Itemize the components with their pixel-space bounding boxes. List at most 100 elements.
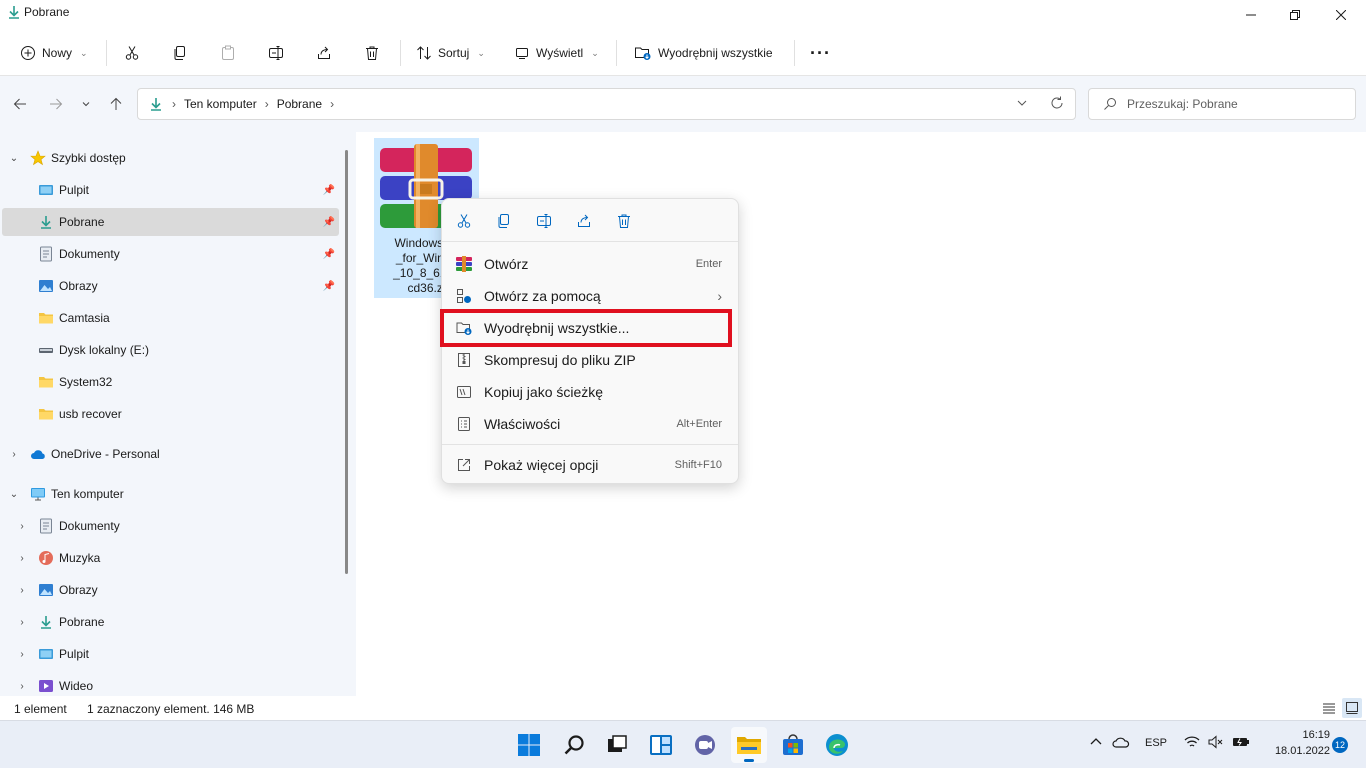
menu-divider	[442, 444, 738, 445]
edge-browser-button[interactable]	[819, 727, 855, 763]
new-button[interactable]: Nowy ⌄	[20, 38, 88, 68]
up-button[interactable]	[106, 94, 126, 114]
nav-this-pc[interactable]: ⌄ Ten komputer	[2, 480, 339, 508]
scissors-icon	[457, 214, 471, 228]
show-hidden-icons-button[interactable]	[1089, 735, 1103, 752]
expanded-chevron-icon[interactable]: ⌄	[8, 153, 20, 164]
teams-chat-button[interactable]	[687, 727, 723, 763]
ctx-share-button[interactable]	[572, 211, 596, 231]
rename-button[interactable]	[268, 38, 284, 68]
tiles-view-button[interactable]	[1342, 698, 1362, 718]
collapsed-chevron-icon[interactable]: ›	[16, 649, 28, 660]
paste-button[interactable]	[220, 38, 236, 68]
collapsed-chevron-icon[interactable]: ›	[16, 617, 28, 628]
share-icon	[318, 46, 330, 59]
ctx-label: Skompresuj do pliku ZIP	[484, 352, 636, 368]
nav-pc-documents[interactable]: › Dokumenty	[2, 512, 339, 540]
recent-locations-button[interactable]	[76, 94, 96, 114]
share-button[interactable]	[316, 38, 332, 68]
clipboard-icon	[222, 45, 234, 60]
ctx-properties[interactable]: Właściwości Alt+Enter	[446, 409, 734, 439]
nav-pc-downloads[interactable]: › Pobrane	[2, 608, 339, 636]
ctx-copy-as-path[interactable]: Kopiuj jako ścieżkę	[446, 377, 734, 407]
arrow-up-icon	[110, 97, 122, 110]
delete-button[interactable]	[364, 38, 380, 68]
expanded-chevron-icon[interactable]: ⌄	[8, 489, 20, 500]
nav-label: Pobrane	[59, 615, 105, 629]
widgets-button[interactable]	[643, 727, 679, 763]
clock[interactable]: 16:19 18.01.2022	[1260, 727, 1330, 759]
ctx-cut-button[interactable]	[452, 211, 476, 231]
ctx-copy-button[interactable]	[492, 211, 516, 231]
close-button[interactable]	[1318, 0, 1364, 30]
minimize-button[interactable]	[1228, 0, 1274, 30]
nav-item-system32[interactable]: System32	[2, 368, 339, 396]
view-button[interactable]: Wyświetl ⌄	[514, 38, 599, 68]
start-button[interactable]	[511, 727, 547, 763]
toolbar-divider	[400, 40, 401, 66]
cut-button[interactable]	[124, 38, 140, 68]
search-box[interactable]	[1088, 88, 1356, 120]
nav-item-pictures[interactable]: Obrazy 📌	[2, 272, 339, 300]
address-bar[interactable]: › Ten komputer › Pobrane ›	[137, 88, 1076, 120]
collapsed-chevron-icon[interactable]: ›	[16, 553, 28, 564]
nav-item-documents[interactable]: Dokumenty 📌	[2, 240, 339, 268]
volume-tray-button[interactable]	[1208, 735, 1224, 752]
breadcrumb-downloads[interactable]: Pobrane	[277, 97, 322, 111]
nav-label: Szybki dostęp	[51, 151, 126, 165]
keyboard-language-indicator[interactable]: ESP	[1145, 737, 1167, 749]
search-input[interactable]	[1127, 97, 1347, 111]
maximize-button[interactable]	[1272, 0, 1318, 30]
taskbar-search-button[interactable]	[556, 727, 592, 763]
refresh-button[interactable]	[1050, 96, 1064, 113]
ctx-compress-zip[interactable]: Skompresuj do pliku ZIP	[446, 345, 734, 375]
ctx-open-with[interactable]: Otwórz za pomocą ›	[446, 281, 734, 311]
nav-quick-access[interactable]: ⌄ Szybki dostęp	[2, 144, 339, 172]
nav-pc-desktop[interactable]: › Pulpit	[2, 640, 339, 668]
toolbar-divider	[616, 40, 617, 66]
onedrive-tray-button[interactable]	[1112, 735, 1130, 752]
ctx-rename-button[interactable]	[532, 211, 556, 231]
star-icon	[30, 150, 46, 166]
collapsed-chevron-icon[interactable]: ›	[16, 681, 28, 692]
address-history-button[interactable]	[1016, 97, 1028, 112]
nav-onedrive[interactable]: › OneDrive - Personal	[2, 440, 339, 468]
collapsed-chevron-icon[interactable]: ›	[16, 585, 28, 596]
windows-logo-icon	[518, 734, 540, 756]
collapsed-chevron-icon[interactable]: ›	[16, 521, 28, 532]
ctx-delete-button[interactable]	[612, 211, 636, 231]
ctx-show-more-options[interactable]: Pokaż więcej opcji Shift+F10	[446, 450, 734, 480]
cloud-icon	[1112, 737, 1130, 748]
nav-item-usb-recover[interactable]: usb recover	[2, 400, 339, 428]
copy-button[interactable]	[172, 38, 188, 68]
nav-pc-music[interactable]: › Muzyka	[2, 544, 339, 572]
menu-divider	[442, 241, 738, 242]
nav-item-camtasia[interactable]: Camtasia	[2, 304, 339, 332]
document-icon	[40, 518, 52, 534]
breadcrumb-this-pc[interactable]: Ten komputer	[184, 97, 257, 111]
folder-icon	[737, 737, 761, 754]
microsoft-store-button[interactable]	[775, 727, 811, 763]
collapsed-chevron-icon[interactable]: ›	[8, 449, 20, 460]
battery-tray-button[interactable]	[1232, 735, 1250, 752]
more-options-button[interactable]: ···	[810, 38, 831, 68]
nav-item-downloads[interactable]: Pobrane 📌	[2, 208, 339, 236]
network-tray-button[interactable]	[1184, 735, 1200, 752]
task-view-button[interactable]	[599, 727, 635, 763]
extract-all-button[interactable]: Wyodrębnij wszystkie	[634, 38, 773, 68]
back-button[interactable]	[10, 94, 30, 114]
video-icon	[39, 680, 53, 692]
nav-label: System32	[59, 375, 113, 389]
file-explorer-taskbar-button[interactable]	[731, 727, 767, 763]
forward-button[interactable]	[46, 94, 66, 114]
chat-icon	[695, 735, 715, 755]
details-view-button[interactable]	[1319, 698, 1339, 718]
nav-item-desktop[interactable]: Pulpit 📌	[2, 176, 339, 204]
address-row: › Ten komputer › Pobrane ›	[0, 76, 1366, 132]
notification-badge[interactable]: 12	[1332, 737, 1348, 753]
ctx-open[interactable]: Otwórz Enter	[446, 249, 734, 279]
nav-item-local-disk-e[interactable]: Dysk lokalny (E:)	[2, 336, 339, 364]
sort-button[interactable]: Sortuj ⌄	[416, 38, 485, 68]
sidebar-scrollbar[interactable]	[345, 150, 348, 574]
nav-pc-pictures[interactable]: › Obrazy	[2, 576, 339, 604]
